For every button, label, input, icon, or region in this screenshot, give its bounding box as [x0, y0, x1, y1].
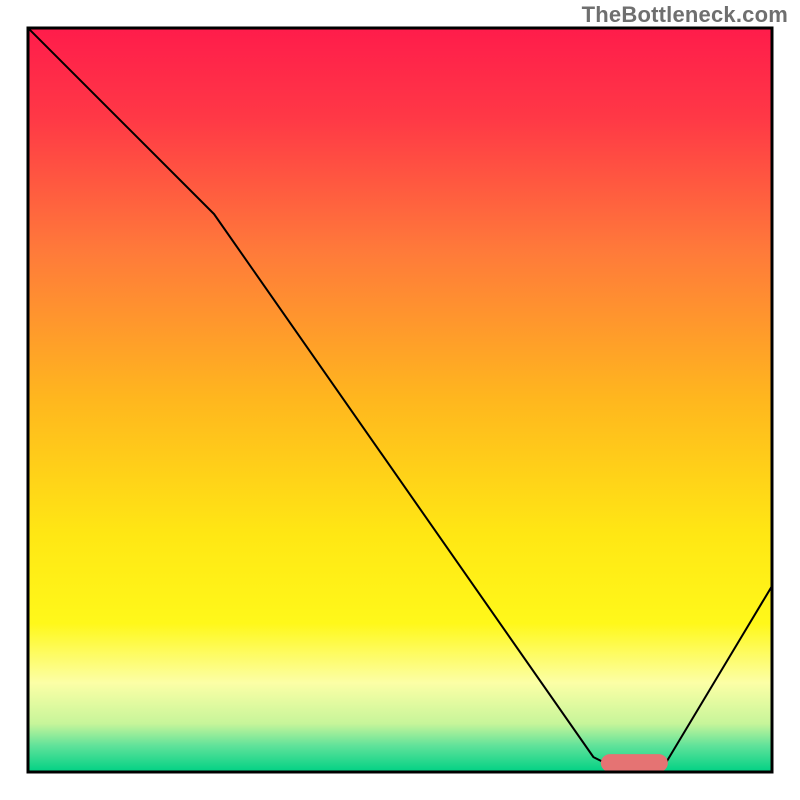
bottleneck-chart: TheBottleneck.com	[0, 0, 800, 800]
flat-segment-marker	[601, 754, 668, 772]
attribution-label: TheBottleneck.com	[582, 2, 788, 28]
chart-svg	[0, 0, 800, 800]
